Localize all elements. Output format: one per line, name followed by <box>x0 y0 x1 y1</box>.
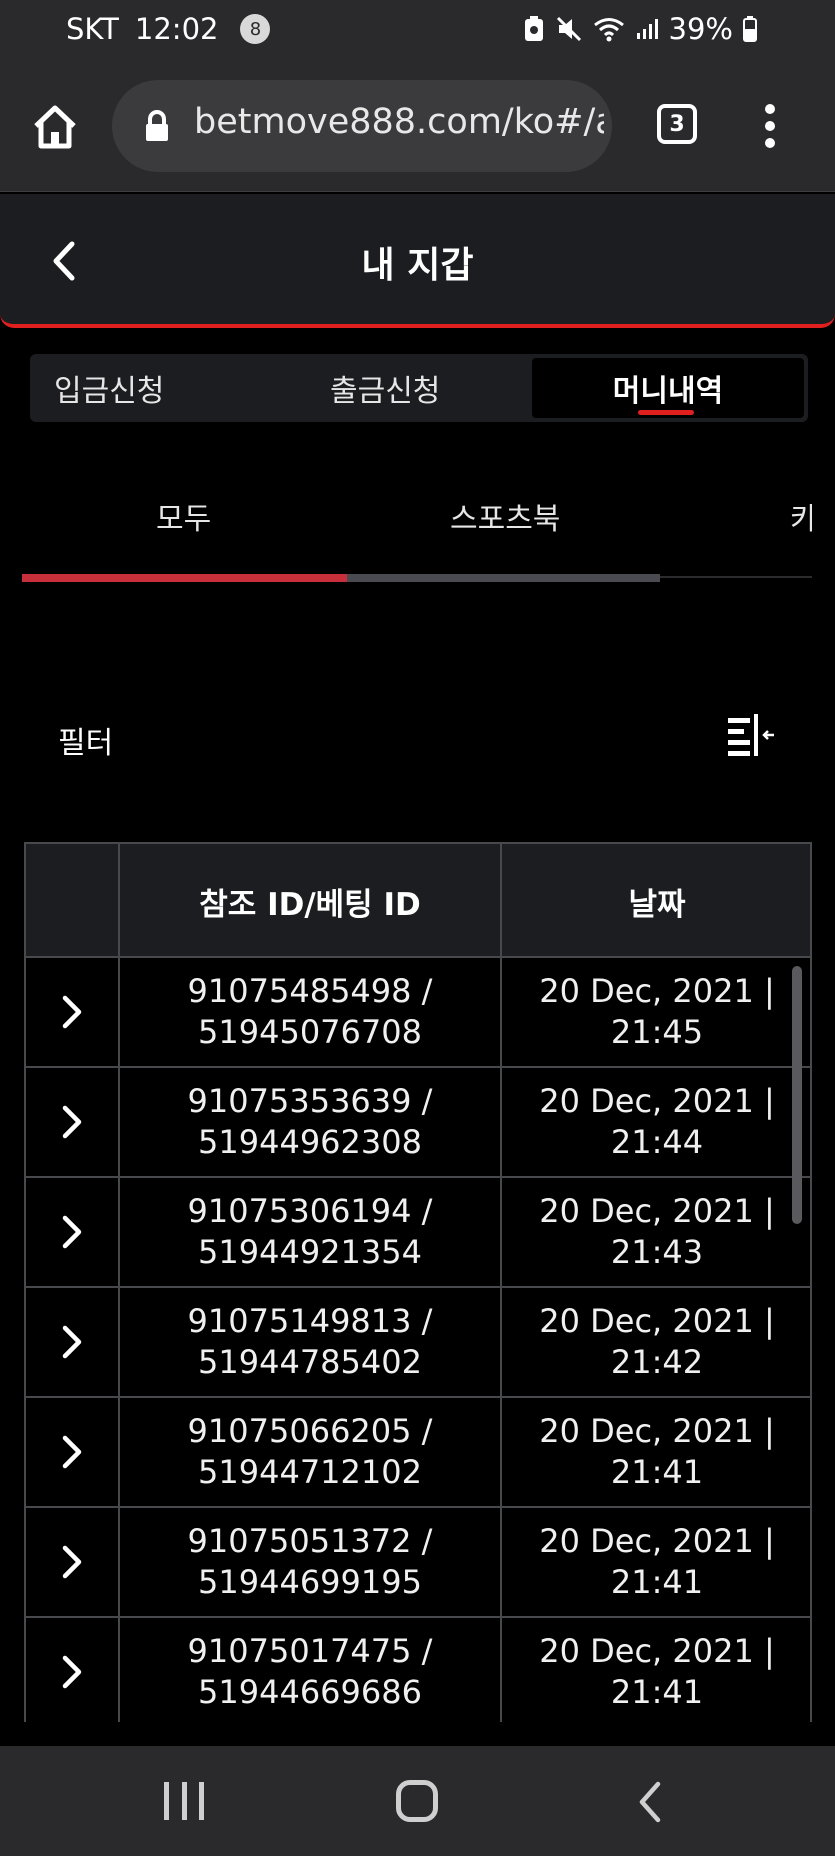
table-header: 참조 ID/베팅 ID 날짜 <box>26 844 810 958</box>
tab-casino[interactable]: 카 <box>790 494 812 538</box>
table-row[interactable]: 91075066205 /51944712102 20 Dec, 2021 | 2… <box>26 1398 810 1508</box>
tab-all[interactable]: 모두 <box>156 494 211 538</box>
table-row[interactable]: 91075149813 /51944785402 20 Dec, 2021 | 2… <box>26 1288 810 1398</box>
wallet-header: 내 지갑 <box>0 194 835 328</box>
date: 20 Dec, 2021 | <box>539 1302 775 1340</box>
chevron-right-icon[interactable] <box>60 1544 84 1580</box>
system-nav-bar <box>0 1746 835 1856</box>
browser-toolbar: betmove888.com/ko#/a 3 <box>0 62 835 192</box>
date-cell: 20 Dec, 2021 | 21:42 <box>502 1288 810 1396</box>
chevron-right-icon[interactable] <box>60 1214 84 1250</box>
chevron-right-icon[interactable] <box>60 994 84 1030</box>
wifi-icon <box>593 18 624 42</box>
bet-id: 51944785402 <box>198 1343 422 1381</box>
bet-id: 51944962308 <box>198 1123 422 1161</box>
bet-id: 51944669686 <box>198 1673 422 1711</box>
date-cell: 20 Dec, 2021 | 21:41 <box>502 1618 810 1722</box>
battery-percent: 39% <box>668 12 733 46</box>
time: 21:44 <box>610 1123 704 1161</box>
tab-money-history[interactable]: 머니내역 <box>532 358 804 418</box>
date: 20 Dec, 2021 | <box>539 1632 775 1670</box>
column-header-date: 날짜 <box>628 886 686 923</box>
url-text[interactable]: betmove888.com/ko#/a <box>194 102 604 142</box>
ref-id-cell: 91075017475 /51944669686 <box>120 1618 500 1722</box>
column-header-ref-id: 참조 ID/베팅 ID <box>199 886 421 923</box>
ref-id: 91075485498 / <box>187 972 433 1010</box>
table-scrollbar[interactable] <box>792 966 802 1224</box>
table-row[interactable]: 91075017475 /51944669686 20 Dec, 2021 | 2… <box>26 1618 810 1722</box>
chevron-right-icon[interactable] <box>60 1654 84 1690</box>
ref-id-cell: 91075149813 /51944785402 <box>120 1288 500 1396</box>
page-title: 내 지갑 <box>361 245 474 286</box>
ref-id: 91075017475 / <box>187 1632 433 1670</box>
status-left: SKT 12:02 8 <box>66 12 271 46</box>
tab-withdraw-request[interactable]: 출금신청 <box>330 354 440 422</box>
bet-id: 51945076708 <box>198 1013 422 1051</box>
active-category-indicator <box>22 574 347 582</box>
ref-id: 91075149813 / <box>187 1302 433 1340</box>
table-row[interactable]: 91075306194 /51944921354 20 Dec, 2021 | 2… <box>26 1178 810 1288</box>
category-tabs: 모두 스포츠북 카 <box>22 480 812 586</box>
recent-apps-icon[interactable] <box>164 1782 204 1820</box>
time: 21:41 <box>610 1453 704 1491</box>
carrier: SKT <box>66 12 119 46</box>
ref-id-cell: 91075353639 /51944962308 <box>120 1068 500 1176</box>
chevron-right-icon[interactable] <box>60 1104 84 1140</box>
date: 20 Dec, 2021 | <box>539 1082 775 1120</box>
ref-id-cell: 91075485498 /51945076708 <box>120 958 500 1066</box>
ref-id-cell: 91075051372 /51944699195 <box>120 1508 500 1616</box>
filter-label: 필터 <box>58 726 114 761</box>
ref-id: 91075306194 / <box>187 1192 433 1230</box>
date-cell: 20 Dec, 2021 | 21:44 <box>502 1068 810 1176</box>
date-cell: 20 Dec, 2021 | 21:45 <box>502 958 810 1066</box>
date: 20 Dec, 2021 | <box>539 972 775 1010</box>
date: 20 Dec, 2021 | <box>539 1192 775 1230</box>
money-history-table: 참조 ID/베팅 ID 날짜 91075485498 /51945076708 … <box>24 842 812 1722</box>
date-cell: 20 Dec, 2021 | 21:43 <box>502 1178 810 1286</box>
status-right: 39% <box>523 12 757 46</box>
time: 21:45 <box>610 1013 704 1051</box>
home-button-icon[interactable] <box>396 1780 438 1822</box>
date-cell: 20 Dec, 2021 | 21:41 <box>502 1398 810 1506</box>
time: 21:41 <box>610 1673 704 1711</box>
date-cell: 20 Dec, 2021 | 21:41 <box>502 1508 810 1616</box>
tab-sportsbook[interactable]: 스포츠북 <box>450 494 560 538</box>
bet-id: 51944921354 <box>198 1233 422 1271</box>
notification-count-badge: 8 <box>240 14 271 44</box>
tab-deposit-request[interactable]: 입금신청 <box>54 354 164 422</box>
filter-collapse-icon[interactable] <box>726 712 776 758</box>
clock: 12:02 <box>134 12 219 46</box>
more-vert-icon[interactable] <box>760 104 780 148</box>
table-row[interactable]: 91075353639 /51944962308 20 Dec, 2021 | 2… <box>26 1068 810 1178</box>
bet-id: 51944712102 <box>198 1453 422 1491</box>
bet-id: 51944699195 <box>198 1563 422 1601</box>
back-icon[interactable] <box>636 1780 664 1824</box>
chevron-right-icon[interactable] <box>60 1324 84 1360</box>
ref-id: 91075066205 / <box>187 1412 433 1450</box>
signal-icon <box>636 19 658 39</box>
ref-id-cell: 91075066205 /51944712102 <box>120 1398 500 1506</box>
time: 21:41 <box>610 1563 704 1601</box>
column-divider <box>118 844 120 1722</box>
table-row[interactable]: 91075051372 /51944699195 20 Dec, 2021 | 2… <box>26 1508 810 1618</box>
address-bar[interactable]: betmove888.com/ko#/a <box>112 80 612 172</box>
time: 21:42 <box>610 1343 704 1381</box>
battery-icon <box>743 16 757 42</box>
date: 20 Dec, 2021 | <box>539 1522 775 1560</box>
battery-saver-icon <box>524 16 543 41</box>
mute-icon <box>556 16 581 42</box>
ref-id-cell: 91075306194 /51944921354 <box>120 1178 500 1286</box>
status-bar: SKT 12:02 8 39% <box>0 0 835 62</box>
table-row[interactable]: 91075485498 /51945076708 20 Dec, 2021 | 2… <box>26 958 810 1068</box>
chevron-right-icon[interactable] <box>60 1434 84 1470</box>
active-tab-indicator <box>638 410 694 415</box>
time: 21:43 <box>610 1233 704 1271</box>
tab-switcher-button[interactable]: 3 <box>657 104 697 144</box>
column-divider <box>500 844 502 1722</box>
ref-id: 91075051372 / <box>187 1522 433 1560</box>
ref-id: 91075353639 / <box>187 1082 433 1120</box>
home-icon[interactable] <box>30 102 80 152</box>
lock-icon <box>146 110 168 141</box>
date: 20 Dec, 2021 | <box>539 1412 775 1450</box>
